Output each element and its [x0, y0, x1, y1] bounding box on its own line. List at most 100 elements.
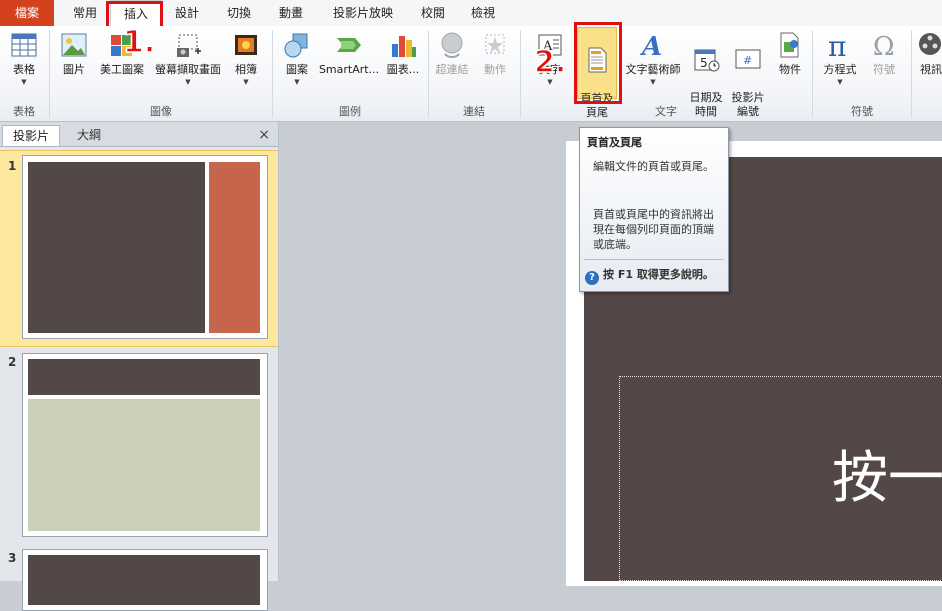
thumb-orange-panel — [209, 162, 260, 333]
step-one-label: 1. — [122, 24, 156, 61]
hyperlink-button[interactable]: 超連結 — [432, 30, 472, 77]
slide-thumb-row-3[interactable]: 3 — [0, 547, 278, 611]
slide-number: 3 — [8, 551, 17, 565]
dropdown-arrow-icon: ▼ — [650, 78, 656, 86]
chart-icon — [392, 36, 416, 57]
group-label-table: 表格 — [13, 105, 35, 118]
svg-text:π: π — [828, 30, 846, 60]
group-label-images: 圖像 — [150, 105, 172, 118]
action-button[interactable]: 動作 — [476, 30, 514, 77]
dropdown-arrow-icon: ▼ — [243, 78, 249, 86]
smartart-button-label: SmartArt... — [318, 63, 380, 76]
thumb-dark-band — [28, 555, 260, 605]
tooltip-title: 頁首及頁尾 — [587, 136, 642, 149]
film-reel-icon — [919, 33, 941, 55]
slide-thumbnail[interactable] — [22, 155, 268, 339]
chart-button-label: 圖表... — [386, 63, 420, 76]
step-two-label: 2. — [533, 44, 567, 81]
dropdown-arrow-icon: ▼ — [21, 78, 27, 86]
tooltip-detail: 頁首或頁尾中的資訊將出現在每個列印頁面的頂端或底端。 — [593, 208, 714, 251]
header-footer-tooltip: 頁首及頁尾 編輯文件的頁首或頁尾。 頁首或頁尾中的資訊將出現在每個列印頁面的頂端… — [579, 127, 729, 292]
hyperlink-globe-icon — [441, 32, 463, 58]
dropdown-arrow-icon: ▼ — [837, 78, 843, 86]
tab-slides[interactable]: 投影片 — [2, 125, 60, 146]
slide-number: 1 — [8, 159, 17, 173]
tab-transitions[interactable]: 切換 — [216, 0, 262, 26]
dropdown-arrow-icon: ▼ — [185, 78, 191, 86]
equation-button[interactable]: π 方程式 ▼ — [818, 30, 862, 87]
close-icon[interactable]: × — [258, 125, 270, 145]
svg-text:5: 5 — [700, 56, 708, 70]
tab-slideshow[interactable]: 投影片放映 — [322, 0, 404, 26]
group-label-illustrations: 圖例 — [339, 105, 361, 118]
smartart-button[interactable]: SmartArt... — [318, 30, 380, 77]
symbol-button-label: 符號 — [873, 63, 895, 76]
dropdown-arrow-icon: ▼ — [294, 78, 300, 86]
wordart-button-label: 文字藝術師 — [625, 63, 681, 76]
omega-icon: Ω — [873, 32, 895, 60]
tooltip-divider — [584, 259, 724, 260]
picture-button-label: 圖片 — [63, 63, 85, 76]
tab-view[interactable]: 檢視 — [460, 0, 506, 26]
wordart-button[interactable]: A 文字藝術師 ▼ — [621, 30, 685, 87]
shapes-icon — [284, 33, 308, 58]
photo-album-icon — [235, 35, 257, 55]
object-icon — [780, 32, 799, 58]
group-label-links: 連結 — [463, 105, 485, 118]
tab-design[interactable]: 設計 — [164, 0, 210, 26]
tab-animations[interactable]: 動畫 — [268, 0, 314, 26]
svg-text:#: # — [743, 54, 752, 67]
screenshot-icon — [177, 34, 201, 57]
pi-icon: π — [828, 30, 846, 60]
tab-file[interactable]: 檔案 — [0, 0, 54, 26]
action-star-icon — [485, 34, 505, 54]
object-button[interactable]: 物件 — [772, 30, 808, 77]
clipart-button-label: 美工圖案 — [100, 63, 144, 76]
slide-thumb-row-2[interactable]: 2 — [0, 350, 278, 540]
picture-button[interactable]: 圖片 — [54, 30, 94, 77]
svg-text:Ω: Ω — [873, 32, 895, 60]
wordart-icon: A — [639, 32, 662, 60]
screenshot-button-label: 螢幕擷取畫面 — [155, 63, 221, 76]
slides-pane: 投影片 大綱 × 1 2 3 — [0, 122, 279, 611]
slide-thumbnail[interactable] — [22, 549, 268, 611]
group-separator — [911, 30, 912, 118]
slide-number: 2 — [8, 355, 17, 369]
shapes-button[interactable]: 圖案 ▼ — [278, 30, 316, 87]
slide-thumb-row-1[interactable]: 1 — [0, 150, 278, 347]
tab-review[interactable]: 校閱 — [410, 0, 456, 26]
photo-album-button-label: 相簿 — [235, 63, 257, 76]
thumb-dark-band — [28, 359, 260, 395]
symbol-button[interactable]: Ω 符號 — [864, 30, 904, 77]
equation-button-label: 方程式 — [823, 63, 857, 76]
screenshot-button[interactable]: 螢幕擷取畫面 ▼ — [150, 30, 226, 87]
picture-icon — [61, 33, 87, 57]
photo-album-button[interactable]: 相簿 ▼ — [228, 30, 264, 87]
tooltip-description: 編輯文件的頁首或頁尾。 — [593, 160, 714, 173]
table-button-label: 表格 — [13, 63, 35, 76]
slide-number-icon: # — [735, 49, 761, 69]
tooltip-help: ? 按 F1 取得更多說明。 — [585, 267, 727, 285]
slide-thumbnail[interactable] — [22, 353, 268, 537]
help-icon: ? — [585, 271, 599, 285]
table-button[interactable]: 表格 ▼ — [4, 30, 44, 87]
svg-text:A: A — [639, 32, 662, 60]
group-label-text: 文字 — [655, 105, 677, 118]
thumb-sage-panel — [28, 399, 260, 531]
chart-button[interactable]: 圖表... — [382, 30, 424, 77]
video-button[interactable]: 視訊 — [914, 30, 942, 77]
hyperlink-button-label: 超連結 — [435, 63, 469, 76]
highlight-box-header-footer — [574, 22, 622, 104]
shapes-button-label: 圖案 — [286, 63, 308, 76]
pane-tab-bar: 投影片 大綱 × — [0, 122, 278, 147]
thumb-dark-panel — [28, 162, 205, 333]
slide-title-text: 按一 — [832, 446, 942, 511]
tooltip-help-text: 按 F1 取得更多說明。 — [603, 268, 714, 281]
calendar-icon: 5 — [694, 49, 720, 72]
tab-outline[interactable]: 大綱 — [60, 125, 118, 145]
tab-home[interactable]: 常用 — [62, 0, 108, 26]
action-button-label: 動作 — [484, 63, 506, 76]
smartart-icon — [337, 38, 361, 52]
group-label-symbols: 符號 — [851, 105, 873, 118]
object-button-label: 物件 — [779, 63, 801, 76]
